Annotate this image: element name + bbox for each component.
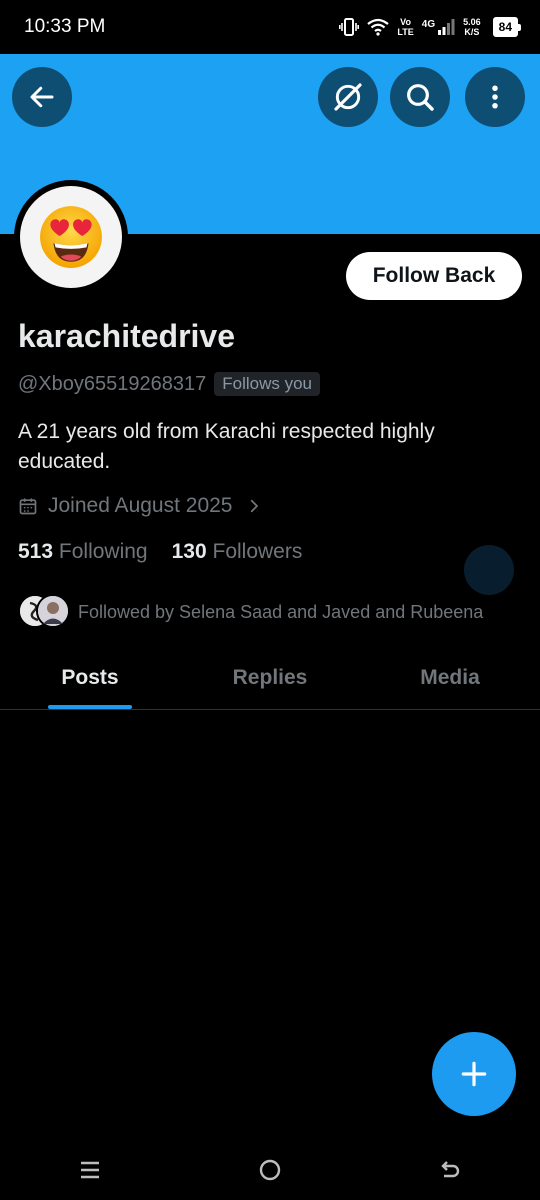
arrow-left-icon xyxy=(30,86,54,108)
mutual-avatar xyxy=(36,594,70,628)
follows-you-badge: Follows you xyxy=(214,372,321,396)
followers-stat[interactable]: 130 Followers xyxy=(172,540,303,564)
search-button[interactable] xyxy=(390,67,450,127)
more-options-button[interactable] xyxy=(465,67,525,127)
volte-indicator: Vo LTE xyxy=(397,17,413,37)
recents-button[interactable] xyxy=(0,1140,180,1200)
return-icon xyxy=(441,1161,460,1178)
calendar-icon xyxy=(19,498,37,515)
status-time: 10:33 PM xyxy=(24,16,106,37)
network-type: 4G xyxy=(421,19,436,30)
vibrate-icon xyxy=(339,18,360,36)
signal-indicator: 4G xyxy=(422,19,455,35)
grok-icon xyxy=(334,83,362,111)
grok-button[interactable] xyxy=(318,67,378,127)
heart-eyes-emoji-icon xyxy=(40,206,102,268)
plus-icon xyxy=(461,1061,487,1087)
following-count: 513 xyxy=(18,540,54,563)
more-vertical-icon xyxy=(492,85,498,109)
search-icon xyxy=(407,84,434,111)
battery-indicator: 84 xyxy=(492,17,522,37)
joined-date-row[interactable]: Joined August 2025 xyxy=(18,494,263,518)
joined-date: Joined August 2025 xyxy=(48,494,233,517)
status-bar: 10:33 PM Vo LTE 4G 5.06 K/S 84 xyxy=(0,0,540,54)
follow-back-button[interactable]: Follow Back xyxy=(346,252,522,300)
tab-label: Replies xyxy=(232,665,308,689)
status-icons: Vo LTE 4G 5.06 K/S 84 xyxy=(339,13,522,41)
volte-top: Vo xyxy=(400,17,412,27)
profile-avatar[interactable] xyxy=(14,180,128,294)
following-stat[interactable]: 513 Following xyxy=(18,540,148,564)
net-speed-value: 5.06 xyxy=(463,17,481,27)
avatar-image xyxy=(20,186,122,288)
mutual-avatar-image xyxy=(38,596,68,626)
wifi-icon xyxy=(367,18,390,36)
handle-row: @Xboy65519268317 Follows you xyxy=(18,372,321,396)
tab-label: Media xyxy=(420,665,480,689)
back-button[interactable] xyxy=(12,67,72,127)
compose-post-button[interactable] xyxy=(432,1032,516,1116)
user-handle: @Xboy65519268317 xyxy=(18,372,207,395)
profile-bio: A 21 years old from Karachi respected hi… xyxy=(18,420,435,473)
profile-tabs: Posts Replies Media xyxy=(0,646,540,710)
followers-label: Followers xyxy=(212,540,303,563)
system-nav-bar xyxy=(0,1140,540,1200)
home-button[interactable] xyxy=(180,1140,360,1200)
system-back-button[interactable] xyxy=(360,1140,540,1200)
tab-label: Posts xyxy=(61,665,119,689)
net-speed: 5.06 K/S xyxy=(463,17,481,37)
followed-by-row[interactable]: Followed by Selena Saad and Javed and Ru… xyxy=(18,594,483,630)
follow-stats: 513 Following 130 Followers xyxy=(18,540,302,564)
tab-media[interactable]: Media xyxy=(360,646,540,709)
tab-posts[interactable]: Posts xyxy=(0,646,180,709)
tab-replies[interactable]: Replies xyxy=(180,646,360,709)
mutual-avatars xyxy=(18,594,70,630)
floating-overlay-dot xyxy=(464,545,514,595)
volte-bottom: LTE xyxy=(397,27,414,37)
active-tab-indicator xyxy=(48,705,132,709)
chevron-right-icon xyxy=(250,499,258,513)
net-speed-unit: K/S xyxy=(464,27,480,37)
circle-home-icon xyxy=(259,1159,281,1181)
following-label: Following xyxy=(58,540,148,563)
signal-icon xyxy=(438,19,455,35)
followed-by-text: Followed by Selena Saad and Javed and Ru… xyxy=(78,601,484,622)
menu-lines-icon xyxy=(81,1161,99,1179)
followers-count: 130 xyxy=(171,540,207,563)
display-name: karachitedrive xyxy=(18,318,236,354)
